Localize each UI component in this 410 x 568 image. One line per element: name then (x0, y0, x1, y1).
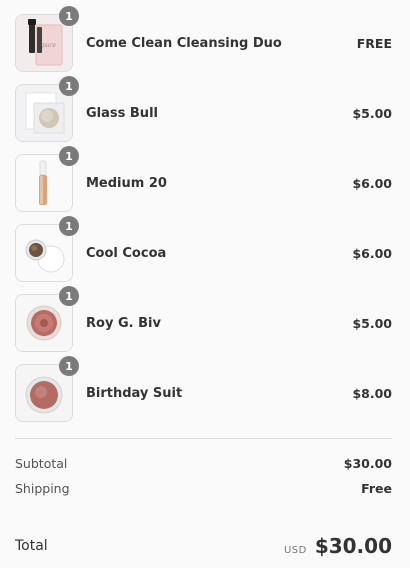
line-item: 1 Birthday Suit $8.00 (15, 356, 392, 422)
product-thumbnail: 1 (15, 76, 79, 142)
item-name: Come Clean Cleansing Duo (86, 35, 282, 51)
shipping-row: Shipping Free (15, 481, 392, 496)
divider (15, 515, 392, 516)
svg-text:pure: pure (42, 42, 57, 49)
line-item: 1 Roy G. Biv $5.00 (15, 286, 392, 352)
item-price: $6.00 (352, 245, 392, 261)
item-name: Cool Cocoa (86, 245, 167, 261)
line-item: 1 Medium 20 $6.00 (15, 146, 392, 212)
item-name: Roy G. Biv (86, 315, 161, 331)
item-price: $6.00 (352, 175, 392, 191)
order-summary: pure 1 Come Clean Cleansing Duo FREE 1 G… (15, 6, 392, 434)
product-thumbnail: 1 (15, 216, 79, 282)
divider (15, 438, 392, 439)
item-price: FREE (356, 35, 392, 51)
quantity-badge: 1 (59, 286, 79, 306)
subtotal-value: $30.00 (343, 456, 392, 471)
product-thumbnail: 1 (15, 356, 79, 422)
total-label: Total (15, 538, 48, 554)
item-name: Glass Bull (86, 105, 158, 121)
product-thumbnail: pure 1 (15, 6, 79, 72)
line-item: pure 1 Come Clean Cleansing Duo FREE (15, 6, 392, 72)
line-item: 1 Cool Cocoa $6.00 (15, 216, 392, 282)
subtotal-label: Subtotal (15, 456, 68, 471)
quantity-badge: 1 (59, 6, 79, 26)
item-name: Birthday Suit (86, 385, 183, 401)
shipping-value: Free (361, 481, 392, 496)
item-price: $8.00 (352, 385, 392, 401)
line-item: 1 Glass Bull $5.00 (15, 76, 392, 142)
total-value: $30.00 (314, 534, 392, 558)
item-price: $5.00 (352, 105, 392, 121)
total-row: Total USD $30.00 (15, 534, 392, 558)
quantity-badge: 1 (59, 146, 79, 166)
quantity-badge: 1 (59, 356, 79, 376)
product-thumbnail: 1 (15, 286, 79, 352)
quantity-badge: 1 (59, 76, 79, 96)
currency-code: USD (283, 545, 307, 556)
item-price: $5.00 (352, 315, 392, 331)
shipping-label: Shipping (15, 481, 70, 496)
quantity-badge: 1 (59, 216, 79, 236)
product-thumbnail: 1 (15, 146, 79, 212)
item-name: Medium 20 (86, 175, 167, 191)
subtotal-row: Subtotal $30.00 (15, 456, 392, 471)
total-amount: USD $30.00 (284, 534, 392, 558)
